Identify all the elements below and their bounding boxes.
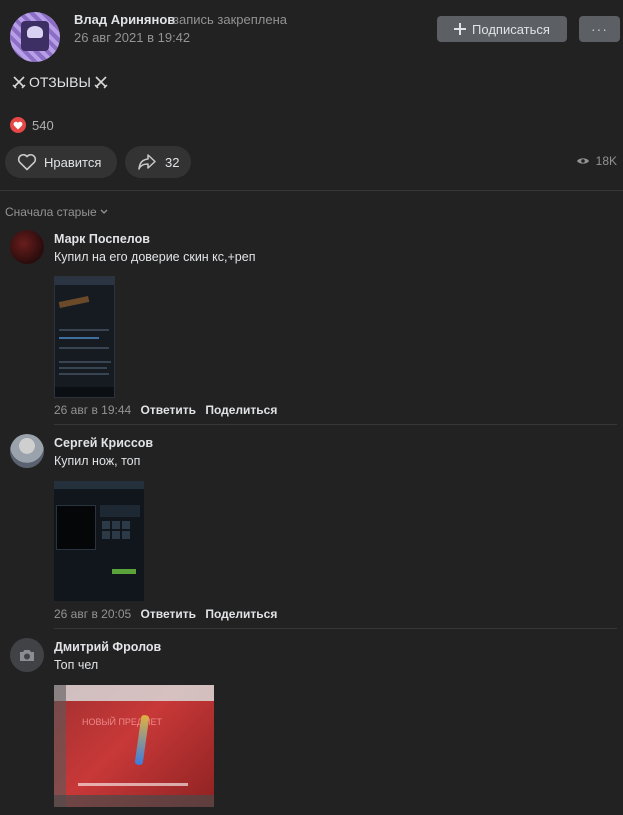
- comments-sort-toggle[interactable]: Сначала старые: [5, 205, 108, 219]
- avatar[interactable]: [10, 638, 44, 672]
- comment-author[interactable]: Дмитрий Фролов: [54, 640, 161, 654]
- share-button[interactable]: 32: [125, 146, 191, 178]
- comment-date[interactable]: 26 авг в 20:05: [54, 607, 131, 621]
- reply-button[interactable]: Ответить: [141, 607, 196, 621]
- attachment-caption: НОВЫЙ ПРЕДМЕТ: [82, 717, 163, 727]
- author-name[interactable]: Влад Аринянов: [74, 12, 175, 27]
- comment: Дмитрий Фролов Топ чел НОВЫЙ ПРЕДМЕТ: [0, 638, 623, 815]
- comment-author[interactable]: Сергей Криссов: [54, 436, 153, 450]
- camera-icon: [20, 649, 34, 661]
- post-text-content: ОТЗЫВЫ: [29, 74, 91, 90]
- shares-count: 32: [165, 154, 180, 170]
- heart-outline-icon: [17, 153, 37, 171]
- comment-date[interactable]: 26 авг в 19:44: [54, 403, 131, 417]
- subscribe-button[interactable]: Подписаться: [437, 16, 567, 42]
- more-button[interactable]: ···: [579, 16, 620, 42]
- avatar[interactable]: [10, 230, 44, 264]
- divider: [0, 190, 623, 191]
- crossed-swords-icon: [12, 76, 26, 89]
- divider: [54, 628, 617, 629]
- heart-icon: [10, 117, 26, 133]
- pinned-note: запись закреплена: [173, 12, 287, 27]
- avatar[interactable]: [10, 434, 44, 468]
- comment-meta: 26 авг в 20:05 Ответить Поделиться: [54, 607, 277, 621]
- subscribe-label: Подписаться: [472, 21, 550, 37]
- divider: [54, 424, 617, 425]
- share-comment-button[interactable]: Поделиться: [205, 403, 277, 417]
- like-label: Нравится: [44, 154, 102, 170]
- like-button[interactable]: Нравится: [5, 146, 117, 178]
- comment-photo[interactable]: [54, 276, 115, 398]
- reply-button[interactable]: Ответить: [141, 403, 196, 417]
- action-bar: Нравится 32 18K: [5, 146, 617, 178]
- reactions-count: 540: [32, 117, 54, 133]
- more-icon: ···: [591, 21, 608, 37]
- post-text: ОТЗЫВЫ: [11, 74, 109, 90]
- reactions-summary[interactable]: 540: [10, 117, 54, 133]
- share-comment-button[interactable]: Поделиться: [205, 607, 277, 621]
- views-count: 18K: [595, 154, 617, 168]
- plus-icon: [454, 23, 467, 35]
- comment-photo[interactable]: [54, 481, 144, 601]
- post-header: Влад Аринянов запись закреплена 26 авг 2…: [10, 12, 620, 62]
- comment: Сергей Криссов Купил нож, топ 26 авг в 2…: [0, 434, 623, 629]
- crossed-swords-icon: [94, 76, 108, 89]
- comment-meta: 26 авг в 19:44 Ответить Поделиться: [54, 403, 277, 417]
- comment-text: Топ чел: [54, 658, 99, 672]
- comment-author[interactable]: Марк Поспелов: [54, 232, 150, 246]
- chevron-down-icon: [100, 209, 108, 214]
- post-date[interactable]: 26 авг 2021 в 19:42: [74, 30, 190, 45]
- comment-photo[interactable]: НОВЫЙ ПРЕДМЕТ: [54, 685, 214, 807]
- eye-icon: [576, 158, 589, 164]
- comment: Марк Поспелов Купил на его доверие скин …: [0, 230, 623, 425]
- comment-text: Купил на его доверие скин кс,+реп: [54, 250, 256, 264]
- comment-text: Купил нож, топ: [54, 454, 141, 468]
- author-avatar[interactable]: [10, 12, 60, 62]
- views-counter: 18K: [576, 154, 617, 168]
- comments-sort-label: Сначала старые: [5, 205, 97, 219]
- share-arrow-icon: [138, 154, 156, 170]
